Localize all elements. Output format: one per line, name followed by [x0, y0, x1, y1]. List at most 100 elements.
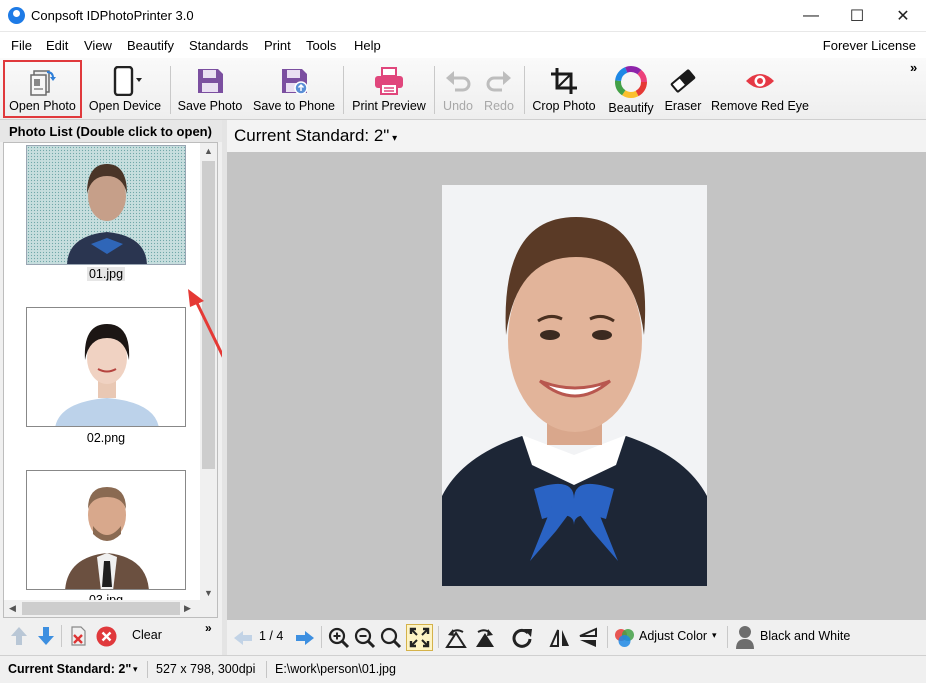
menu-file[interactable]: File	[11, 38, 32, 53]
photo-canvas[interactable]	[227, 152, 926, 620]
photo-thumbnail-01[interactable]	[26, 145, 186, 265]
thumbnail-image	[27, 471, 185, 589]
red-eye-icon	[746, 74, 774, 88]
save-to-phone-label: Save to Phone	[252, 99, 335, 113]
scroll-right-icon[interactable]: ▶	[184, 603, 191, 614]
crop-photo-button[interactable]: Crop Photo	[528, 60, 600, 118]
eraser-label: Eraser	[664, 99, 702, 113]
move-down-icon[interactable]	[37, 626, 55, 646]
status-dimensions: 527 x 798, 300dpi	[156, 662, 256, 676]
menu-standards[interactable]: Standards	[189, 38, 248, 53]
fit-to-window-button[interactable]	[406, 624, 433, 651]
printer-icon	[375, 67, 403, 95]
toolbar-overflow-button[interactable]: »	[910, 60, 917, 75]
crop-photo-label: Crop Photo	[532, 99, 596, 113]
menu-view[interactable]: View	[84, 38, 112, 53]
redo-label: Redo	[484, 99, 514, 113]
scroll-down-icon[interactable]: ▼	[204, 588, 213, 598]
person-silhouette-icon	[736, 626, 754, 649]
next-photo-icon[interactable]	[295, 630, 315, 646]
toolbar-separator	[727, 626, 728, 648]
status-file-path: E:\work\person\01.jpg	[275, 662, 396, 676]
open-photo-button[interactable]: Open Photo	[3, 60, 82, 118]
open-device-button[interactable]: Open Device	[85, 60, 165, 118]
print-preview-label: Print Preview	[352, 99, 426, 113]
redo-button[interactable]: Redo	[479, 60, 519, 118]
photo-name: 01.jpg	[86, 267, 126, 281]
photo-name: 02.png	[86, 431, 126, 445]
save-photo-label: Save Photo	[177, 99, 243, 113]
chevron-down-icon: ▾	[133, 664, 138, 674]
minimize-button[interactable]: —	[788, 0, 834, 31]
save-to-phone-button[interactable]: Save to Phone	[249, 60, 339, 118]
zoom-in-icon[interactable]	[328, 627, 350, 649]
menu-beautify[interactable]: Beautify	[127, 38, 174, 53]
title-bar: Conpsoft IDPhotoPrinter 3.0 — ☐ ✕	[0, 0, 926, 32]
clear-button[interactable]: Clear	[132, 628, 162, 642]
photo-list-item-label[interactable]: 02.png	[26, 431, 186, 445]
scroll-left-icon[interactable]: ◀	[9, 603, 16, 614]
zoom-out-icon[interactable]	[354, 627, 376, 649]
main-toolbar: Open Photo Open Device Save Photo Save t…	[0, 58, 926, 120]
scroll-up-icon[interactable]: ▲	[204, 146, 213, 156]
flip-horizontal-icon[interactable]	[549, 627, 571, 649]
print-preview-button[interactable]: Print Preview	[348, 60, 430, 118]
current-standard-dropdown[interactable]: Current Standard: 2" ▾	[227, 120, 926, 152]
menu-help[interactable]: Help	[354, 38, 381, 53]
delete-file-icon[interactable]	[68, 626, 88, 646]
eraser-button[interactable]: Eraser	[660, 60, 706, 118]
remove-red-eye-button[interactable]: Remove Red Eye	[709, 60, 811, 118]
photo-list-item-label[interactable]: 01.jpg	[26, 267, 186, 281]
undo-button[interactable]: Undo	[438, 60, 478, 118]
previous-photo-icon[interactable]	[233, 630, 253, 646]
menu-bar: File Edit View Beautify Standards Print …	[0, 32, 926, 58]
close-button[interactable]: ✕	[880, 0, 926, 31]
redo-icon	[486, 71, 511, 92]
photo-thumbnail-02[interactable]	[26, 307, 186, 427]
rotate-left-icon[interactable]	[445, 627, 467, 649]
remove-icon[interactable]	[96, 626, 117, 647]
move-up-icon[interactable]	[10, 626, 28, 646]
photo-list-horizontal-scrollbar[interactable]: ◀ ▶	[4, 600, 217, 617]
flip-vertical-icon[interactable]	[577, 627, 599, 649]
thumbnail-image	[27, 146, 185, 264]
scrollbar-thumb[interactable]	[22, 602, 180, 615]
zoom-actual-size-icon[interactable]	[380, 627, 402, 649]
status-standard[interactable]: Current Standard: 2"	[8, 662, 131, 676]
rotate-180-icon[interactable]	[511, 627, 533, 649]
crop-icon	[551, 68, 577, 94]
save-disk-icon	[198, 69, 223, 93]
menu-print[interactable]: Print	[264, 38, 291, 53]
remove-red-eye-label: Remove Red Eye	[711, 99, 809, 113]
thumbnail-image	[27, 308, 185, 426]
beautify-label: Beautify	[608, 101, 654, 115]
toolbar-separator	[61, 625, 62, 647]
current-standard-label: Current Standard: 2"	[234, 126, 390, 145]
toolbar-separator	[343, 66, 344, 114]
beautify-button[interactable]: Beautify	[604, 60, 658, 118]
toolbar-separator	[321, 626, 322, 648]
menu-tools[interactable]: Tools	[306, 38, 336, 53]
maximize-button[interactable]: ☐	[834, 0, 880, 31]
app-logo-icon	[8, 7, 25, 24]
photo-thumbnail-03[interactable]	[26, 470, 186, 590]
phone-icon	[113, 66, 142, 96]
fit-window-icon	[409, 627, 430, 648]
open-photo-icon	[29, 70, 56, 96]
list-toolbar-overflow-button[interactable]: »	[205, 621, 212, 635]
save-photo-button[interactable]: Save Photo	[175, 60, 245, 118]
photo-viewer-panel: Current Standard: 2" ▾ 1 / 4 Adjust Colo…	[227, 120, 926, 655]
open-device-label: Open Device	[88, 99, 162, 113]
undo-icon	[446, 71, 471, 92]
toolbar-separator	[434, 66, 435, 114]
id-photo[interactable]	[442, 185, 707, 586]
color-wheel-icon	[615, 66, 647, 98]
photo-list-panel: Photo List (Double click to open) 01.jpg	[0, 120, 237, 655]
toolbar-separator	[524, 66, 525, 114]
menu-edit[interactable]: Edit	[46, 38, 68, 53]
viewer-toolbar: 1 / 4 Adjust Color ▾ Black and White	[227, 620, 926, 655]
chevron-down-icon: ▾	[389, 133, 398, 144]
rgb-circles-icon	[615, 629, 634, 647]
portrait-image	[442, 185, 707, 586]
rotate-right-icon[interactable]	[474, 627, 496, 649]
